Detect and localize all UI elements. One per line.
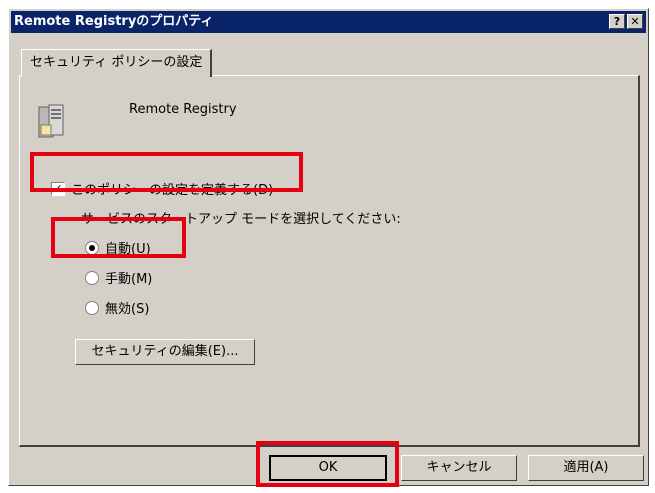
highlight-define-policy — [30, 152, 303, 192]
radio-manual[interactable]: 手動(M) — [85, 268, 152, 287]
title-bar: Remote Registryのプロパティ ? ✕ — [11, 11, 646, 33]
radio-manual-label: 手動(M) — [105, 272, 153, 287]
radio-disabled[interactable]: 無効(S) — [85, 298, 149, 317]
radio-manual-dot[interactable] — [85, 270, 99, 285]
edit-security-button[interactable]: セキュリティの編集(E)... — [75, 339, 255, 365]
apply-button[interactable]: 適用(A) — [528, 455, 644, 481]
highlight-ok — [256, 441, 399, 487]
help-button[interactable]: ? — [609, 14, 625, 29]
radio-disabled-label: 無効(S) — [105, 302, 150, 317]
close-button[interactable]: ✕ — [627, 14, 643, 29]
properties-dialog: Remote Registryのプロパティ ? ✕ セキュリティ ポリシーの設定… — [8, 8, 649, 487]
tab-panel — [19, 75, 640, 447]
radio-disabled-dot[interactable] — [85, 300, 99, 315]
service-name: Remote Registry — [129, 102, 237, 117]
server-icon — [37, 103, 65, 145]
window-title: Remote Registryのプロパティ — [14, 14, 214, 29]
cancel-button[interactable]: キャンセル — [401, 455, 517, 481]
highlight-automatic — [51, 217, 186, 258]
tab-security-policy-settings[interactable]: セキュリティ ポリシーの設定 — [21, 49, 213, 77]
